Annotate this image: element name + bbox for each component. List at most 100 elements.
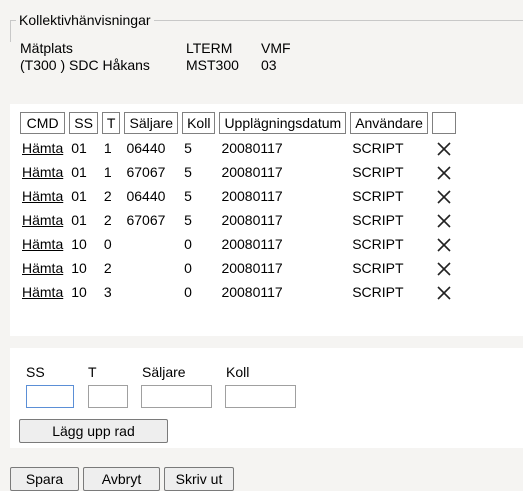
group-legend: Kollektivhänvisningar bbox=[16, 12, 154, 28]
header-cmd[interactable]: CMD bbox=[20, 112, 66, 134]
cell-koll: 5 bbox=[184, 164, 192, 180]
cell-t: 2 bbox=[103, 260, 112, 276]
header-datum[interactable]: Upplägningsdatum bbox=[219, 112, 347, 134]
delete-cell bbox=[432, 258, 456, 278]
cell-ss: 10 bbox=[71, 236, 87, 252]
cell-koll: 0 bbox=[184, 260, 192, 276]
koll-label: Koll bbox=[226, 364, 250, 380]
delete-icon[interactable] bbox=[436, 189, 452, 205]
cell-ss: 01 bbox=[71, 140, 87, 156]
vmf-label: VMF bbox=[261, 40, 291, 56]
cell-anvandare: SCRIPT bbox=[352, 188, 404, 204]
delete-icon[interactable] bbox=[436, 237, 452, 253]
cell-datum: 20080117 bbox=[221, 260, 283, 276]
fetch-link[interactable]: Hämta bbox=[20, 162, 65, 182]
cell-datum: 20080117 bbox=[221, 212, 283, 228]
table-row: Hämta 01 1 06440 5 20080117 SCRIPT bbox=[20, 138, 456, 158]
location-value: (T300 ) SDC Håkans bbox=[20, 57, 150, 73]
cell-ss: 01 bbox=[71, 188, 87, 204]
delete-icon[interactable] bbox=[436, 261, 452, 277]
cell-koll: 5 bbox=[184, 188, 192, 204]
info-column-lterm: LTERM MST300 bbox=[186, 40, 239, 74]
cell-saljare: 06440 bbox=[126, 188, 166, 204]
cell-anvandare: SCRIPT bbox=[352, 260, 404, 276]
koll-input[interactable] bbox=[225, 385, 296, 408]
header-ss[interactable]: SS bbox=[69, 112, 98, 134]
lterm-label: LTERM bbox=[186, 40, 233, 56]
header-anvandare[interactable]: Användare bbox=[350, 112, 428, 134]
cell-t: 0 bbox=[103, 236, 112, 252]
vmf-value: 03 bbox=[261, 57, 277, 73]
cell-ss: 01 bbox=[71, 212, 87, 228]
cell-koll: 5 bbox=[184, 212, 192, 228]
add-row-button[interactable]: Lägg upp rad bbox=[19, 419, 168, 443]
results-panel: CMD SS T Säljare Koll Upplägningsdatum A… bbox=[10, 104, 523, 336]
header-t[interactable]: T bbox=[101, 112, 121, 134]
cell-datum: 20080117 bbox=[221, 164, 283, 180]
cell-anvandare: SCRIPT bbox=[352, 140, 404, 156]
table-row: Hämta 10 0 0 20080117 SCRIPT bbox=[20, 234, 456, 254]
saljare-input[interactable] bbox=[141, 385, 212, 408]
table-row: Hämta 10 3 0 20080117 SCRIPT bbox=[20, 282, 456, 302]
delete-cell bbox=[432, 282, 456, 302]
cell-datum: 20080117 bbox=[221, 188, 283, 204]
cell-t: 2 bbox=[103, 212, 112, 228]
delete-cell bbox=[432, 186, 456, 206]
table-header-row: CMD SS T Säljare Koll Upplägningsdatum A… bbox=[20, 112, 456, 134]
ss-input[interactable] bbox=[26, 385, 74, 408]
cell-saljare bbox=[124, 282, 178, 302]
header-action bbox=[431, 112, 456, 134]
cell-ss: 10 bbox=[71, 284, 87, 300]
delete-icon[interactable] bbox=[436, 165, 452, 181]
saljare-label: Säljare bbox=[142, 364, 186, 380]
lterm-value: MST300 bbox=[186, 57, 239, 73]
cell-koll: 0 bbox=[184, 236, 192, 252]
delete-cell bbox=[432, 138, 456, 158]
header-saljare[interactable]: Säljare bbox=[124, 112, 179, 134]
cell-koll: 5 bbox=[184, 140, 192, 156]
info-column-location: Mätplats (T300 ) SDC Håkans bbox=[20, 40, 150, 74]
fetch-link[interactable]: Hämta bbox=[20, 234, 65, 254]
header-koll[interactable]: Koll bbox=[182, 112, 216, 134]
delete-cell bbox=[432, 210, 456, 230]
cell-anvandare: SCRIPT bbox=[352, 236, 404, 252]
info-column-vmf: VMF 03 bbox=[261, 40, 291, 74]
cell-saljare bbox=[124, 258, 178, 278]
fetch-link[interactable]: Hämta bbox=[20, 282, 65, 302]
delete-icon[interactable] bbox=[436, 141, 452, 157]
fetch-link[interactable]: Hämta bbox=[20, 138, 65, 158]
fetch-link[interactable]: Hämta bbox=[20, 258, 65, 278]
table-row: Hämta 01 2 06440 5 20080117 SCRIPT bbox=[20, 186, 456, 206]
cell-t: 2 bbox=[103, 188, 112, 204]
table-row: Hämta 10 2 0 20080117 SCRIPT bbox=[20, 258, 456, 278]
t-input[interactable] bbox=[88, 385, 128, 408]
fetch-link[interactable]: Hämta bbox=[20, 210, 65, 230]
delete-icon[interactable] bbox=[436, 285, 452, 301]
cell-saljare: 06440 bbox=[126, 140, 166, 156]
location-label: Mätplats bbox=[20, 40, 73, 56]
cell-datum: 20080117 bbox=[221, 284, 283, 300]
table-row: Hämta 01 2 67067 5 20080117 SCRIPT bbox=[20, 210, 456, 230]
fetch-link[interactable]: Hämta bbox=[20, 186, 65, 206]
cell-ss: 01 bbox=[71, 164, 87, 180]
results-table: CMD SS T Säljare Koll Upplägningsdatum A… bbox=[16, 108, 460, 306]
cell-t: 1 bbox=[103, 140, 112, 156]
cell-ss: 10 bbox=[71, 260, 87, 276]
cell-koll: 0 bbox=[184, 284, 192, 300]
t-label: T bbox=[88, 364, 97, 380]
print-button[interactable]: Skriv ut bbox=[164, 467, 234, 491]
cell-t: 3 bbox=[103, 284, 112, 300]
cell-saljare: 67067 bbox=[126, 164, 166, 180]
delete-icon[interactable] bbox=[436, 213, 452, 229]
cell-datum: 20080117 bbox=[221, 140, 283, 156]
ss-label: SS bbox=[26, 364, 45, 380]
cell-anvandare: SCRIPT bbox=[352, 212, 404, 228]
delete-cell bbox=[432, 162, 456, 182]
table-row: Hämta 01 1 67067 5 20080117 SCRIPT bbox=[20, 162, 456, 182]
save-button[interactable]: Spara bbox=[10, 467, 79, 491]
cell-saljare bbox=[124, 234, 178, 254]
cell-anvandare: SCRIPT bbox=[352, 164, 404, 180]
cell-saljare: 67067 bbox=[126, 212, 166, 228]
cell-t: 1 bbox=[103, 164, 112, 180]
cancel-button[interactable]: Avbryt bbox=[83, 467, 160, 491]
